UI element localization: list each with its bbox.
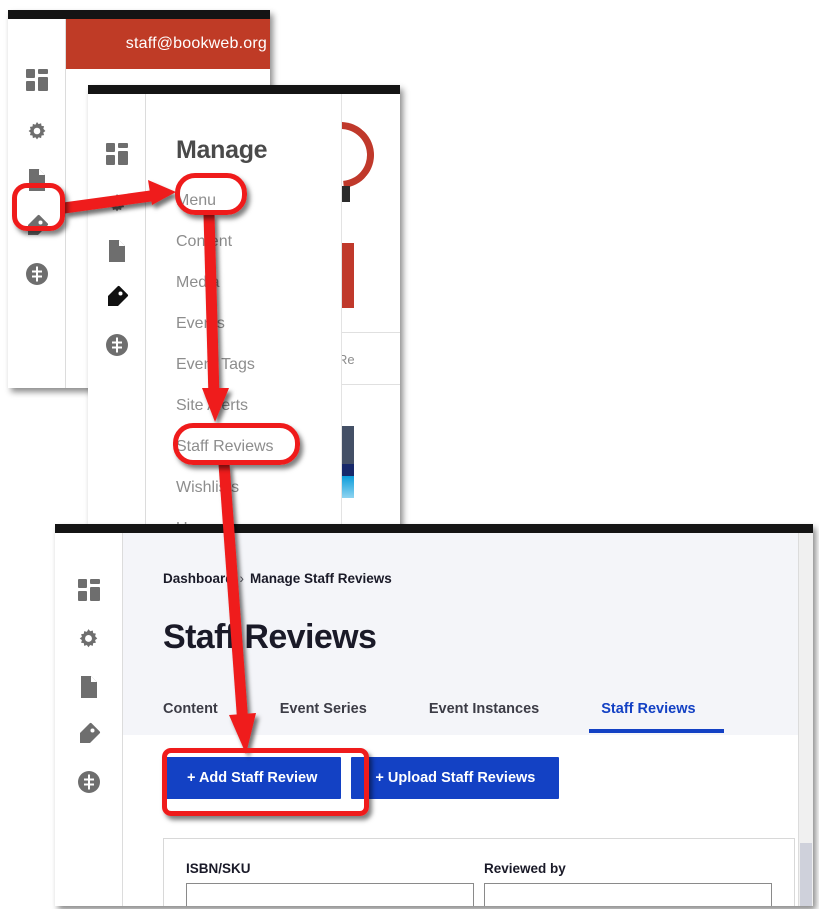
dashboard-grid-icon[interactable] — [104, 141, 130, 167]
menu-item-content[interactable]: Content — [176, 221, 342, 262]
user-email[interactable]: staff@bookweb.org — [126, 35, 267, 53]
window-manage-menu-body: Manage Menu Content Media Events Event T… — [88, 94, 400, 530]
tab-content[interactable]: Content — [163, 695, 218, 731]
manage-heading: Manage — [176, 136, 268, 164]
tabstrip: Content Event Series Event Instances Sta… — [123, 695, 813, 735]
page-icon[interactable] — [104, 238, 130, 264]
tab-event-series[interactable]: Event Series — [280, 695, 367, 731]
screenshot-stage: staff@bookweb.org Manage Menu Content Me… — [0, 0, 819, 909]
tag-icon[interactable] — [24, 213, 50, 239]
action-button-row: + Add Staff Review + Upload Staff Review… — [163, 757, 560, 799]
window-staff-reviews: Dashboard › Manage Staff Reviews Staff Rev… — [55, 524, 813, 906]
menu-item-site-alerts[interactable]: Site Alerts — [176, 385, 342, 426]
upload-staff-reviews-button[interactable]: + Upload Staff Reviews — [351, 757, 560, 799]
staff-reviews-page: Dashboard › Manage Staff Reviews Staff Rev… — [123, 533, 813, 906]
menu-item-media[interactable]: Media — [176, 262, 342, 303]
breadcrumb-dashboard[interactable]: Dashboard — [163, 571, 234, 586]
background-window-peek: Re — [341, 94, 400, 530]
menu-item-menu[interactable]: Menu — [176, 180, 342, 221]
slate-band-decoration — [342, 426, 354, 464]
sidebar-rail-manage — [88, 94, 146, 530]
reviewed-by-input[interactable] — [484, 883, 772, 906]
sidebar-rail-staff-reviews — [55, 533, 123, 906]
isbn-sku-input[interactable] — [186, 883, 474, 906]
manage-menu-column: Manage Menu Content Media Events Event T… — [146, 94, 342, 530]
navy-band-decoration — [342, 464, 354, 476]
menu-item-wishlists[interactable]: Wishlists — [176, 467, 342, 508]
breadcrumb-current: Manage Staff Reviews — [250, 571, 392, 586]
menu-item-events[interactable]: Events — [176, 303, 342, 344]
tag-icon[interactable] — [104, 284, 130, 310]
gear-icon[interactable] — [76, 626, 102, 652]
staff-review-form-card: ISBN/SKU Reviewed by — [163, 838, 795, 906]
dashboard-grid-icon[interactable] — [76, 577, 102, 603]
dark-chip-decoration — [342, 186, 350, 202]
window-manage-menu: Manage Menu Content Media Events Event T… — [88, 85, 400, 530]
window-staff-reviews-body: Dashboard › Manage Staff Reviews Staff Rev… — [55, 533, 813, 906]
red-band-decoration — [342, 243, 354, 308]
field-label: Reviewed by — [484, 861, 566, 876]
page-icon[interactable] — [24, 167, 50, 193]
page-title: Staff Reviews — [163, 618, 377, 656]
divider-line — [342, 384, 400, 385]
page-icon[interactable] — [76, 674, 102, 700]
dollar-circle-icon[interactable] — [76, 769, 102, 795]
tab-label: Content — [163, 701, 218, 717]
divider-line — [342, 332, 400, 333]
partial-text: Re — [342, 352, 355, 367]
tab-label: Staff Reviews — [601, 701, 696, 717]
tab-event-instances[interactable]: Event Instances — [429, 695, 539, 731]
dollar-circle-icon[interactable] — [24, 261, 50, 287]
manage-menu-list: Menu Content Media Events Event Tags Sit… — [176, 180, 342, 530]
tab-label: Event Instances — [428, 701, 540, 717]
active-tab-underline — [589, 729, 724, 733]
dollar-circle-icon[interactable] — [104, 332, 130, 358]
form-row: ISBN/SKU Reviewed by — [164, 839, 794, 906]
dashboard-grid-icon[interactable] — [24, 67, 50, 93]
scrollbar-thumb[interactable] — [800, 843, 812, 906]
account-bar: staff@bookweb.org — [66, 19, 270, 69]
field-reviewed-by: Reviewed by — [484, 861, 772, 906]
menu-item-event-tags[interactable]: Event Tags — [176, 344, 342, 385]
gear-icon[interactable] — [24, 119, 50, 145]
tag-icon[interactable] — [76, 721, 102, 747]
menu-item-staff-reviews[interactable]: Staff Reviews — [176, 426, 342, 467]
breadcrumb: Dashboard › Manage Staff Reviews — [163, 571, 392, 586]
gear-icon[interactable] — [104, 191, 130, 217]
tab-label: Event Series — [279, 701, 367, 717]
add-staff-review-button[interactable]: + Add Staff Review — [163, 757, 342, 799]
vertical-scrollbar[interactable] — [798, 533, 813, 906]
breadcrumb-separator-icon: › — [239, 571, 245, 586]
field-label: ISBN/SKU — [186, 861, 251, 876]
sidebar-rail-top-left — [8, 19, 66, 388]
cyan-band-decoration — [342, 476, 354, 498]
field-isbn-sku: ISBN/SKU — [186, 861, 474, 906]
